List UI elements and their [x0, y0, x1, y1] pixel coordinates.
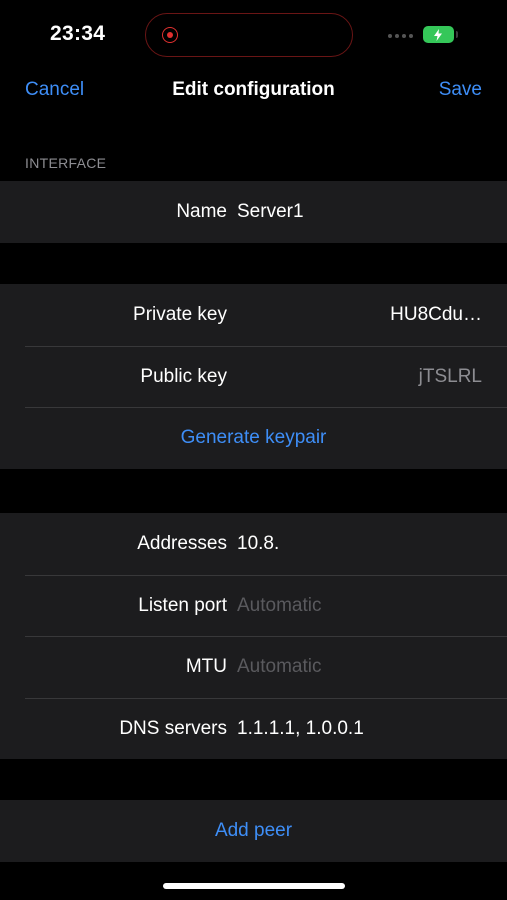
keys-group: Private key HU8Cdu… Public key jTSLRL Ge…	[0, 284, 507, 469]
navigation-bar: Cancel Edit configuration Save	[0, 70, 507, 112]
public-key-row[interactable]: Public key jTSLRL	[0, 345, 507, 408]
generate-keypair-button[interactable]: Generate keypair	[0, 427, 507, 449]
private-key-label: Private key	[133, 304, 227, 325]
add-peer-row[interactable]: Add peer	[0, 800, 507, 862]
name-row[interactable]: Name Server1	[0, 181, 507, 243]
addresses-label: Addresses	[137, 533, 227, 554]
status-time: 23:34	[50, 22, 106, 45]
recording-icon	[162, 27, 178, 43]
private-key-row[interactable]: Private key HU8Cdu…	[0, 284, 507, 346]
generate-keypair-row[interactable]: Generate keypair	[0, 407, 507, 469]
name-label: Name	[176, 201, 227, 222]
peers-group: Add peer	[0, 800, 507, 862]
dns-servers-field[interactable]: 1.1.1.1, 1.0.0.1	[237, 718, 364, 740]
name-field[interactable]: Server1	[237, 201, 304, 223]
public-key-label: Public key	[140, 365, 227, 387]
mtu-label: MTU	[185, 656, 227, 677]
dynamic-island[interactable]	[145, 13, 353, 57]
cancel-button[interactable]: Cancel	[25, 79, 84, 101]
listen-port-label: Listen port	[138, 594, 227, 616]
mtu-row[interactable]: MTU Automatic	[0, 636, 507, 698]
addresses-field[interactable]: 10.8.	[237, 533, 279, 555]
battery-charging-icon	[423, 26, 458, 43]
save-button[interactable]: Save	[439, 79, 482, 101]
network-group: Addresses 10.8. Listen port Automatic MT…	[0, 513, 507, 759]
cellular-signal-icon	[388, 34, 413, 38]
private-key-field[interactable]: HU8Cdu…	[390, 304, 482, 326]
add-peer-button[interactable]: Add peer	[0, 820, 507, 842]
status-bar: 23:34	[0, 0, 507, 70]
dns-servers-label: DNS servers	[119, 717, 227, 739]
section-header-interface: INTERFACE	[25, 155, 107, 171]
name-group: Name Server1	[0, 181, 507, 243]
listen-port-row[interactable]: Listen port Automatic	[0, 574, 507, 637]
home-indicator[interactable]	[163, 883, 345, 889]
public-key-value: jTSLRL	[418, 365, 482, 387]
dns-servers-row[interactable]: DNS servers 1.1.1.1, 1.0.0.1	[0, 697, 507, 760]
listen-port-field[interactable]: Automatic	[237, 595, 321, 617]
mtu-field[interactable]: Automatic	[237, 656, 321, 678]
addresses-row[interactable]: Addresses 10.8.	[0, 513, 507, 575]
